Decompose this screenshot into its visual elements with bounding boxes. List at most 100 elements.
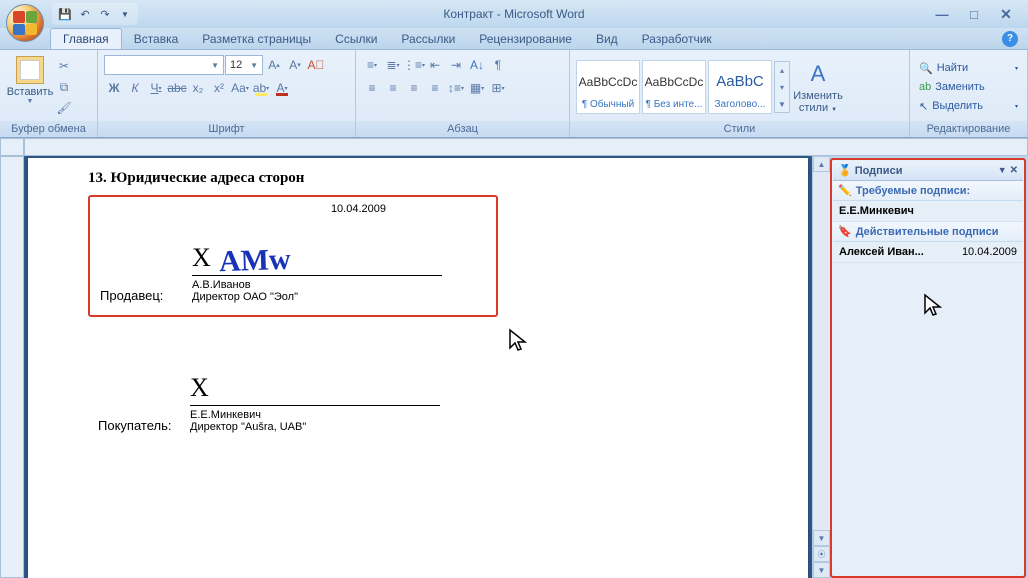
- save-icon[interactable]: 💾: [56, 5, 74, 23]
- page[interactable]: 13. Юридические адреса сторон 10.04.2009…: [28, 158, 808, 578]
- shrink-font-icon[interactable]: A▾: [285, 55, 305, 75]
- minimize-button[interactable]: —: [930, 6, 954, 22]
- signatures-pane: 🏅 Подписи ▼ ✕ ✏️ Требуемые подписи: Е.Е.…: [833, 161, 1023, 531]
- tab-references[interactable]: Ссылки: [323, 29, 389, 49]
- group-editing-label: Редактирование: [910, 121, 1027, 137]
- styles-more-icon[interactable]: ▼: [775, 96, 789, 112]
- find-button[interactable]: 🔍 Найти ▾: [916, 59, 1021, 77]
- borders-icon[interactable]: ⊞▾: [488, 78, 508, 98]
- clear-format-icon[interactable]: A⃠: [306, 55, 326, 75]
- change-styles-button[interactable]: A Изменить стили ▼: [790, 57, 846, 117]
- style-normal[interactable]: AaBbCcDc ¶ Обычный: [576, 60, 640, 114]
- italic-icon[interactable]: К: [125, 78, 145, 98]
- signatures-pane-highlight: 🏅 Подписи ▼ ✕ ✏️ Требуемые подписи: Е.Е.…: [830, 158, 1026, 578]
- seller-signature-block[interactable]: 10.04.2009 Продавец: X AMw А.В.Иванов Ди…: [88, 195, 498, 317]
- quick-access-toolbar: 💾 ↶ ↷ ▼: [52, 3, 138, 25]
- sig2-x: X: [190, 373, 209, 403]
- strike-icon[interactable]: abc: [167, 78, 187, 98]
- styles-up-icon[interactable]: ▴: [775, 62, 789, 78]
- tab-home[interactable]: Главная: [50, 28, 122, 49]
- browse-prev-icon[interactable]: ⦿: [813, 546, 830, 562]
- signature-image: AMw: [218, 248, 290, 274]
- redo-icon[interactable]: ↷: [96, 5, 114, 23]
- numbering-icon[interactable]: ≣▾: [383, 55, 403, 75]
- required-sig-item[interactable]: Е.Е.Минкевич: [833, 201, 1023, 222]
- indent-dec-icon[interactable]: ⇤: [425, 55, 445, 75]
- cut-icon[interactable]: ✂: [54, 56, 74, 76]
- ruler-horizontal[interactable]: [24, 138, 1028, 156]
- tab-review[interactable]: Рецензирование: [467, 29, 584, 49]
- heading: 13. Юридические адреса сторон: [88, 170, 748, 187]
- sort-icon[interactable]: A↓: [467, 55, 487, 75]
- replace-button[interactable]: ab Заменить: [916, 78, 1021, 96]
- font-name-combo[interactable]: ▼: [104, 55, 224, 75]
- pane-icon: 🏅: [838, 164, 852, 177]
- multilevel-icon[interactable]: ⋮≡▾: [404, 55, 424, 75]
- group-clipboard: Вставить ▼ ✂ ⧉ 🖌 Буфер обмена: [0, 50, 98, 137]
- styles-down-icon[interactable]: ▾: [775, 79, 789, 95]
- vertical-scrollbar[interactable]: ▲ ▼ ⦿ ▼: [812, 156, 830, 578]
- subscript-icon[interactable]: x₂: [188, 78, 208, 98]
- sig1-title: Директор ОАО "Эол": [192, 291, 442, 303]
- paste-button[interactable]: Вставить ▼: [6, 53, 54, 121]
- sig2-title: Директор "Aušra, UAB": [190, 421, 440, 433]
- underline-icon[interactable]: Ч▾: [146, 78, 166, 98]
- undo-icon[interactable]: ↶: [76, 5, 94, 23]
- buyer-signature-block[interactable]: Покупатель: X Е.Е.Минкевич Директор "Auš…: [88, 357, 498, 445]
- sig1-name: А.В.Иванов: [192, 279, 442, 291]
- align-justify-icon[interactable]: ≡: [425, 78, 445, 98]
- line-spacing-icon[interactable]: ↕≡▾: [446, 78, 466, 98]
- office-button[interactable]: [6, 4, 44, 42]
- pane-menu-icon[interactable]: ▼: [998, 165, 1007, 176]
- ribbon-tabs: Главная Вставка Разметка страницы Ссылки…: [0, 28, 1028, 50]
- tab-layout[interactable]: Разметка страницы: [190, 29, 323, 49]
- qat-more-icon[interactable]: ▼: [116, 5, 134, 23]
- ruler-vertical[interactable]: [0, 156, 24, 578]
- change-case-icon[interactable]: Aa▾: [230, 78, 250, 98]
- sig2-role: Покупатель:: [98, 418, 178, 433]
- sig2-name: Е.Е.Минкевич: [190, 409, 440, 421]
- maximize-button[interactable]: □: [962, 6, 986, 22]
- close-button[interactable]: ✕: [994, 6, 1018, 22]
- find-icon: 🔍: [919, 62, 933, 75]
- align-center-icon[interactable]: ≡: [383, 78, 403, 98]
- tab-view[interactable]: Вид: [584, 29, 630, 49]
- select-button[interactable]: ↖ Выделить ▾: [916, 97, 1021, 115]
- bullets-icon[interactable]: ≡▾: [362, 55, 382, 75]
- pencil-icon: ✏️: [838, 184, 852, 197]
- style-nospacing[interactable]: AaBbCcDc ¶ Без инте...: [642, 60, 706, 114]
- tab-developer[interactable]: Разработчик: [630, 29, 724, 49]
- bold-icon[interactable]: Ж: [104, 78, 124, 98]
- show-marks-icon[interactable]: ¶: [488, 55, 508, 75]
- grow-font-icon[interactable]: A▴: [264, 55, 284, 75]
- valid-sig-item[interactable]: Алексей Иван... 10.04.2009: [833, 242, 1023, 263]
- tab-insert[interactable]: Вставка: [122, 29, 191, 49]
- replace-icon: ab: [919, 81, 931, 93]
- tab-mailings[interactable]: Рассылки: [389, 29, 467, 49]
- paste-label: Вставить: [7, 86, 54, 98]
- titlebar: 💾 ↶ ↷ ▼ Контракт - Microsoft Word — □ ✕: [0, 0, 1028, 28]
- font-color-icon[interactable]: A▾: [272, 78, 292, 98]
- superscript-icon[interactable]: x²: [209, 78, 229, 98]
- indent-inc-icon[interactable]: ⇥: [446, 55, 466, 75]
- align-right-icon[interactable]: ≡: [404, 78, 424, 98]
- browse-next-icon[interactable]: ▼: [813, 562, 830, 578]
- group-editing: 🔍 Найти ▾ ab Заменить ↖ Выделить ▾ Редак…: [910, 50, 1028, 137]
- style-heading1[interactable]: AaBbC Заголово...: [708, 60, 772, 114]
- ruler-corner: [0, 138, 24, 156]
- document-viewport[interactable]: 13. Юридические адреса сторон 10.04.2009…: [24, 156, 812, 578]
- scroll-down-icon[interactable]: ▼: [813, 530, 830, 546]
- scroll-up-icon[interactable]: ▲: [813, 156, 830, 172]
- shading-icon[interactable]: ▦▾: [467, 78, 487, 98]
- font-size-combo[interactable]: 12▼: [225, 55, 263, 75]
- format-painter-icon[interactable]: 🖌: [54, 98, 74, 118]
- help-icon[interactable]: ?: [1002, 31, 1018, 47]
- copy-icon[interactable]: ⧉: [54, 77, 74, 97]
- ribbon: Вставить ▼ ✂ ⧉ 🖌 Буфер обмена ▼ 12▼ A▴ A…: [0, 50, 1028, 138]
- pane-close-icon[interactable]: ✕: [1010, 165, 1018, 176]
- highlight-icon[interactable]: ab▾: [251, 78, 271, 98]
- cursor-icon-pane: [923, 293, 943, 319]
- align-left-icon[interactable]: ≡: [362, 78, 382, 98]
- pane-title: Подписи: [855, 165, 903, 177]
- cert-icon: 🔖: [838, 225, 852, 238]
